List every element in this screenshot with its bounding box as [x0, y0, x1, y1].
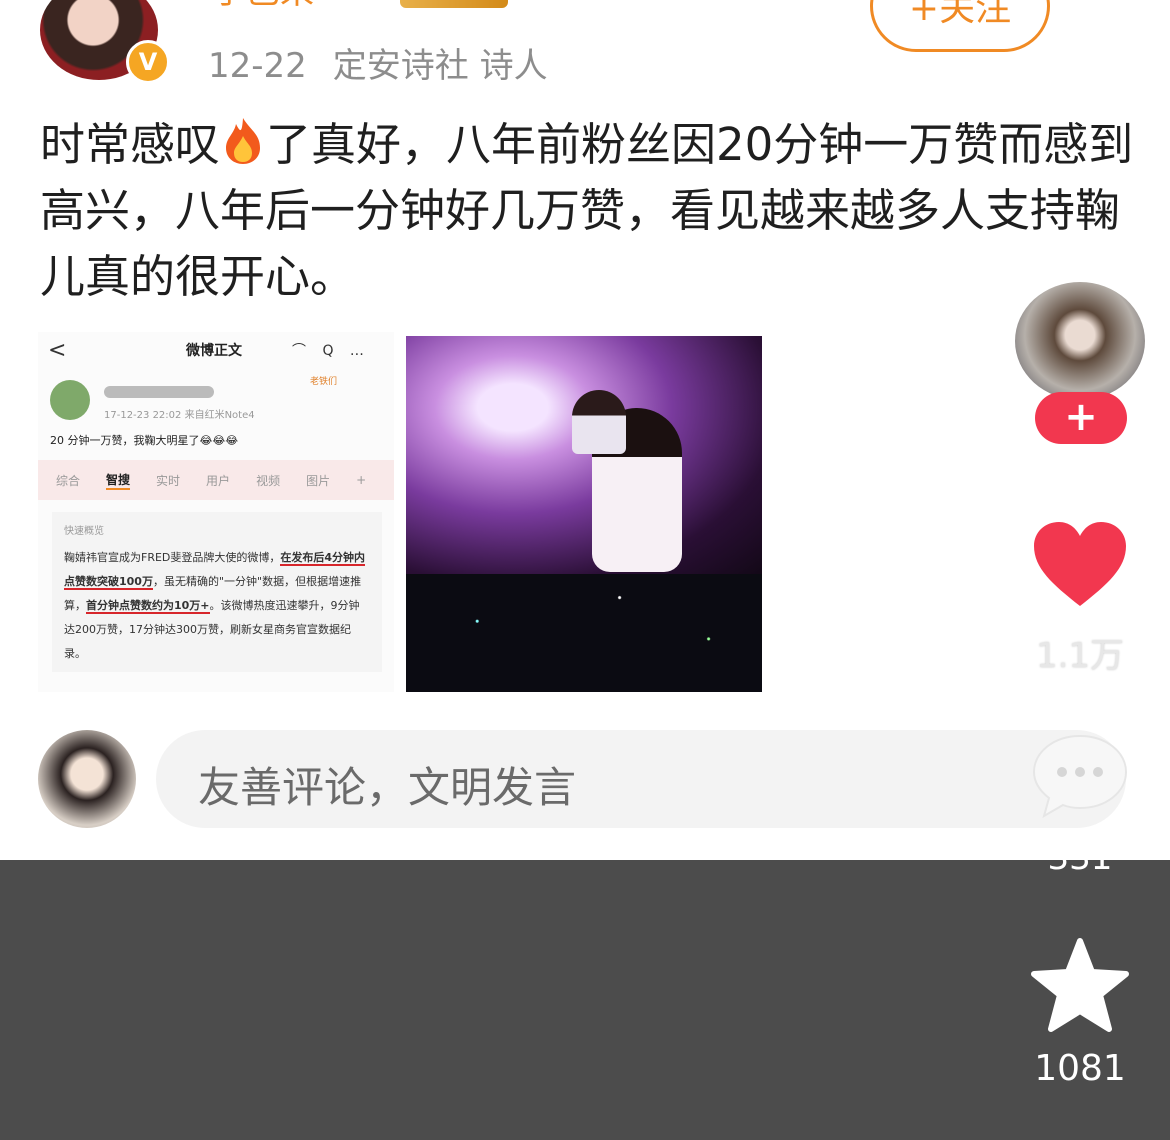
follow-button[interactable]: +关注	[870, 0, 1050, 52]
creator-avatar[interactable]	[1015, 282, 1145, 400]
comment-count: 331	[1047, 838, 1113, 878]
tab-more: +	[356, 473, 367, 487]
performer-figure-small	[572, 390, 626, 454]
back-icon: <	[48, 338, 67, 363]
blurred-username	[104, 386, 214, 398]
fire-emoji-icon	[226, 118, 261, 164]
post-text: 时常感叹 了真好，八年前粉丝因20分钟一万赞而感到高兴，八年后一分钟好几万赞，看见…	[40, 112, 1140, 310]
overview-underline-2: 首分钟点赞数约为10万+	[86, 599, 210, 614]
tab-video: 视频	[256, 473, 281, 488]
comment-bubble-icon	[1032, 734, 1128, 819]
concert-photo-top	[406, 336, 762, 574]
screenshot-image[interactable]: < 微博正文 ⌒ Q … 17-12-23 22:02 来自红米Note4 老铁…	[38, 332, 394, 692]
tab-realtime: 实时	[156, 473, 181, 488]
overview-text-1: 鞠婧祎官宣成为FRED斐登品牌大使的微博，	[64, 551, 281, 564]
audience-lights	[406, 574, 762, 692]
comment-placeholder: 友善评论，文明发言	[198, 763, 577, 812]
star-icon	[1031, 938, 1129, 1032]
verified-icon: V	[126, 40, 170, 84]
screenshot-nav-icons: ⌒ Q …	[292, 343, 370, 359]
favorite-count: 1081	[1034, 1048, 1126, 1089]
quick-overview-box: 快速概览 鞠婧祎官宣成为FRED斐登品牌大使的微博，在发布后4分钟内点赞数突破1…	[52, 512, 382, 672]
screenshot-tag: 老铁们	[310, 377, 338, 387]
comment-input[interactable]: 友善评论，文明发言	[156, 730, 1126, 828]
screenshot-title: 微博正文	[186, 343, 242, 359]
post-text-part-1: 时常感叹	[40, 118, 221, 171]
quick-overview-text: 鞠婧祎官宣成为FRED斐登品牌大使的微博，在发布后4分钟内点赞数突破100万，虽…	[64, 546, 370, 666]
video-dark-area	[0, 860, 1170, 1140]
tab-smart-search: 智搜	[106, 471, 131, 490]
screenshot-avatar	[50, 380, 90, 420]
post-source: 定安诗社 诗人	[332, 46, 548, 86]
tab-users: 用户	[206, 473, 231, 488]
concert-photo[interactable]	[406, 336, 762, 692]
screenshot-tabs: 综合 智搜 实时 用户 视频 图片 +	[38, 460, 394, 500]
favorite-button[interactable]	[1030, 938, 1130, 1034]
vip-badge-icon	[400, 0, 508, 8]
screenshot-nav: < 微博正文 ⌒ Q …	[38, 332, 394, 368]
like-button[interactable]	[1032, 520, 1128, 610]
screenshot-date: 17-12-23 22:02 来自红米Note4	[104, 410, 255, 421]
like-count: 1.1万	[1035, 636, 1125, 676]
post-meta: 12-22 定安诗社 诗人	[208, 38, 574, 87]
my-avatar	[38, 730, 136, 828]
screenshot-message: 20 分钟一万赞，我鞠大明星了😂😂😂	[50, 434, 239, 447]
comment-button[interactable]	[1032, 732, 1128, 819]
creator-follow-button[interactable]: +	[1035, 392, 1127, 444]
tab-images: 图片	[306, 473, 331, 488]
post-date: 12-22	[208, 46, 307, 86]
quick-overview-header: 快速概览	[64, 526, 104, 537]
author-name[interactable]: 于巴来	[212, 0, 362, 8]
tab-comprehensive: 综合	[56, 473, 81, 488]
heart-icon	[1034, 522, 1126, 606]
